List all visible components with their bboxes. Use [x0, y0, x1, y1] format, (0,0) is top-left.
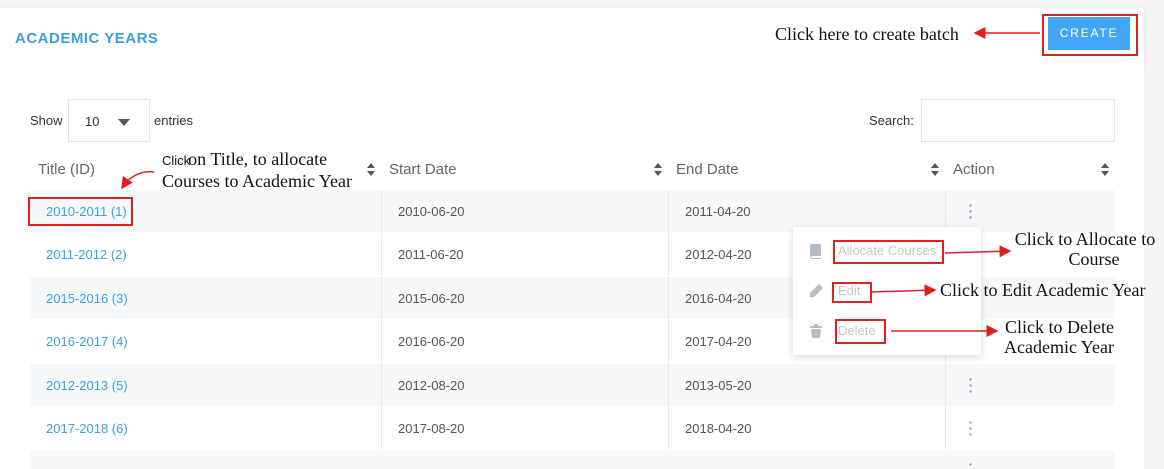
annotation-title-click: Click	[162, 153, 191, 168]
annotation-edit: Click to Edit Academic Year	[940, 280, 1146, 300]
annotation-allocate-line2: Course	[1068, 249, 1120, 269]
annotation-allocate: Click to Allocate to Course	[1012, 229, 1158, 269]
annotation-title-line1: on Title, to allocate	[188, 149, 328, 169]
annotation-title: Clickon Title, to allocate Courses to Ac…	[162, 149, 362, 191]
annotation-arrows	[121, 27, 1040, 337]
annotation-title-line2: Courses to Academic Year	[162, 171, 352, 191]
annotation-delete: Click to Delete Academic Year	[1004, 317, 1114, 357]
annotation-delete-line2: Academic Year	[1004, 337, 1114, 357]
annotation-create: Click here to create batch	[775, 24, 959, 44]
annotation-allocate-line1: Click to Allocate to	[1014, 229, 1156, 249]
annotation-delete-line1: Click to Delete	[1005, 317, 1114, 337]
